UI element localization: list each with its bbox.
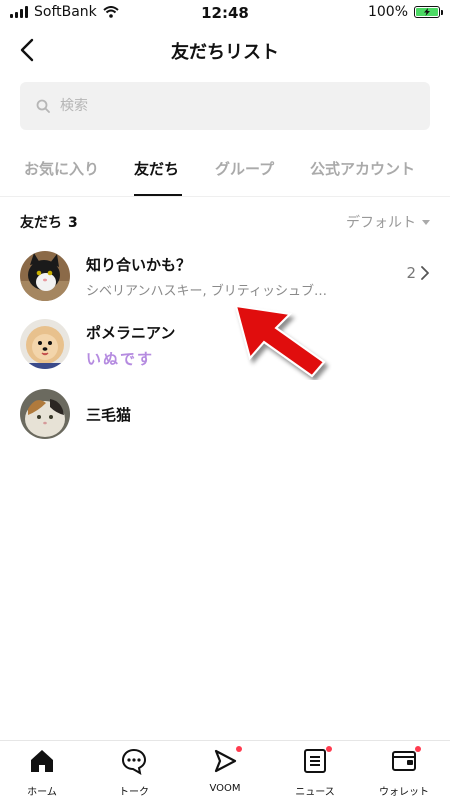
suggestion-count: 2 (406, 264, 430, 282)
suggestion-count-value: 2 (406, 264, 416, 282)
avatar (20, 389, 70, 439)
list-item[interactable]: ポメラニアン いぬです (20, 316, 430, 372)
friend-name: 知り合いかも？ (86, 256, 192, 274)
section-label: 友だち (20, 215, 62, 231)
section-label-group: 友だち 3 (20, 212, 78, 232)
notification-badge (415, 746, 421, 752)
nav-wallet[interactable]: ウォレット (364, 746, 444, 798)
page-title: 友だちリスト (171, 42, 279, 63)
nav-label: トーク (119, 787, 149, 798)
avatar (20, 251, 70, 301)
nav-label: ホーム (27, 787, 57, 798)
chat-icon (120, 747, 148, 775)
nav-news[interactable]: ニュース (275, 746, 355, 798)
status-bar: SoftBank 12:48 100% (0, 0, 450, 26)
nav-voom[interactable]: VOOM (185, 746, 265, 794)
friend-subtitle: シベリアンハスキー, ブリティッシュブ… (86, 284, 327, 299)
search-input[interactable] (58, 97, 402, 115)
tab-groups[interactable]: グループ (215, 158, 274, 179)
battery-percent: 100% (367, 4, 408, 20)
list-item[interactable]: 知り合いかも？ シベリアンハスキー, ブリティッシュブ… 2 (20, 248, 430, 304)
bottom-nav: ホーム トーク VOOM ニュース ウォレット (0, 740, 450, 801)
friend-name: 三毛猫 (86, 406, 132, 424)
annotation-arrow-icon (234, 304, 326, 378)
nav-home[interactable]: ホーム (2, 747, 82, 798)
wallet-icon (390, 746, 421, 775)
nav-label: ニュース (295, 787, 335, 798)
status-message: いぬです (86, 350, 155, 368)
caret-down-icon (422, 219, 430, 225)
notification-badge (326, 746, 332, 752)
tab-friends[interactable]: 友だち (134, 158, 179, 179)
search-bar[interactable] (20, 82, 430, 130)
nav-label: VOOM (209, 783, 241, 794)
search-icon (36, 99, 50, 113)
friend-count: 3 (68, 215, 78, 231)
news-icon (301, 746, 332, 775)
chevron-right-icon (421, 266, 429, 280)
sort-dropdown[interactable]: デフォルト (346, 212, 430, 232)
notification-badge (236, 746, 242, 752)
battery-icon (414, 6, 443, 18)
header: 友だちリスト (0, 26, 450, 74)
tab-official-accounts[interactable]: 公式アカウント (310, 158, 415, 179)
voom-icon (211, 746, 242, 775)
tab-bar: お気に入り 友だち グループ 公式アカウント (0, 140, 450, 197)
home-icon (28, 747, 56, 775)
avatar (20, 319, 70, 369)
friend-name: ポメラニアン (86, 324, 176, 342)
nav-talk[interactable]: トーク (94, 747, 174, 798)
nav-label: ウォレット (379, 787, 429, 798)
tab-favorites[interactable]: お気に入り (24, 158, 99, 179)
sort-label: デフォルト (346, 215, 416, 231)
list-item[interactable]: 三毛猫 (20, 386, 430, 442)
active-tab-indicator (134, 194, 182, 196)
status-right: 100% (367, 4, 443, 20)
friends-section-header: 友だち 3 デフォルト (20, 210, 430, 234)
charging-bolt-icon (424, 8, 430, 16)
